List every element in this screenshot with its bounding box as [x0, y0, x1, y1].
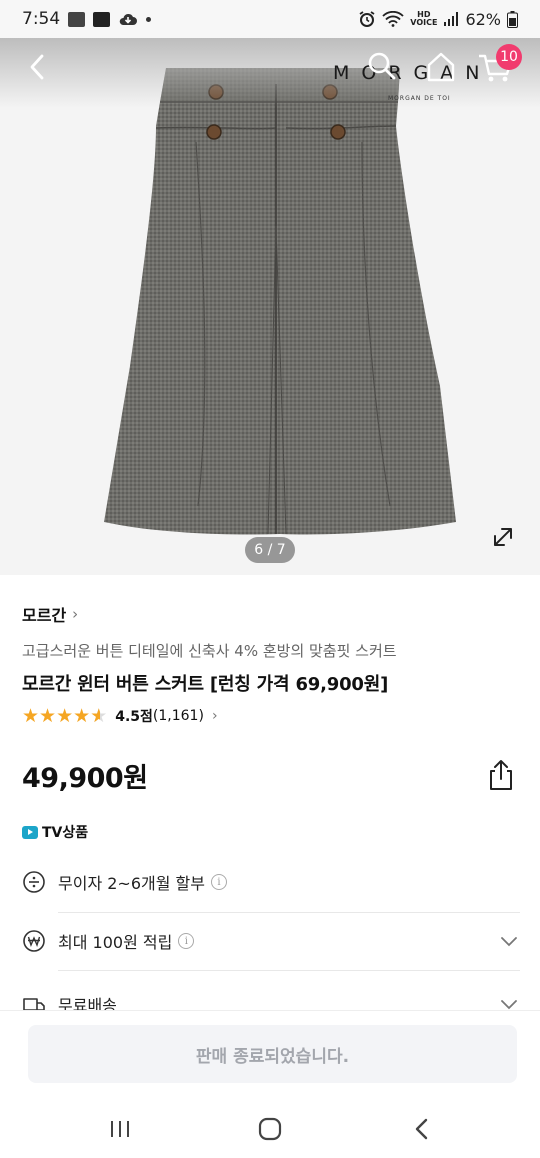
bottom-action-bar: 판매 종료되었습니다. — [0, 1010, 540, 1100]
star-icon: ★ — [73, 704, 91, 727]
won-coin-icon — [23, 930, 45, 952]
rating-stars: ★ ★ ★ ★ ★ — [22, 704, 107, 727]
installment-icon — [23, 871, 45, 893]
more-notifications-icon — [146, 16, 152, 22]
product-image — [104, 68, 456, 535]
chevron-right-icon: › — [211, 708, 218, 724]
image-pager-indicator: 6 / 7 — [245, 537, 295, 563]
back-nav-icon — [415, 1118, 428, 1140]
home-button[interactable] — [424, 50, 458, 84]
search-icon — [368, 52, 396, 80]
share-button[interactable] — [486, 758, 516, 792]
star-icon: ★ — [56, 704, 74, 727]
recent-apps-icon — [111, 1121, 129, 1137]
brand-link[interactable]: 모르간 › — [22, 600, 522, 628]
signal-icon — [444, 12, 459, 26]
star-icon: ★ — [22, 704, 40, 727]
product-price: 49,900원 — [22, 762, 148, 794]
home-icon — [427, 52, 455, 82]
price-row: 49,900원 — [22, 755, 522, 795]
product-info: 모르간 › 고급스러운 버튼 디테일에 신축사 4% 혼방의 맞춤핏 스커트 모… — [22, 600, 522, 728]
cloud-download-icon — [119, 13, 138, 25]
alarm-icon — [359, 11, 375, 27]
star-icon: ★ — [39, 704, 57, 727]
back-button[interactable] — [20, 50, 54, 84]
home-nav-icon — [258, 1117, 282, 1141]
brand-logo-subtitle: MORGAN DE TOI — [388, 95, 451, 102]
tv-play-icon — [22, 825, 38, 839]
app-notification-icon — [93, 11, 111, 27]
chevron-down-icon — [501, 937, 517, 947]
share-icon — [490, 760, 512, 790]
half-star-icon: ★ — [90, 706, 107, 726]
home-nav-button[interactable] — [250, 1114, 290, 1144]
brand-name: 모르간 — [22, 606, 67, 625]
rating-summary[interactable]: ★ ★ ★ ★ ★ 4.5점 (1,161) › — [22, 704, 522, 728]
status-time: 7:54 — [22, 9, 61, 29]
expand-icon — [494, 528, 512, 546]
product-title: 모르간 윈터 버튼 스커트 [런칭 가격 69,900원] — [22, 674, 389, 695]
benefit-installment[interactable]: 무이자 2~6개월 할부 i — [22, 853, 518, 911]
product-subtitle: 고급스러운 버튼 디테일에 신축사 4% 혼방의 맞춤핏 스커트 — [22, 642, 397, 660]
benefit-label: 무이자 2~6개월 할부 — [58, 874, 205, 893]
gallery-notification-icon — [68, 11, 86, 27]
sold-out-button[interactable]: 판매 종료되었습니다. — [28, 1025, 517, 1083]
chevron-down-icon — [501, 1000, 517, 1010]
chevron-right-icon: › — [72, 605, 79, 623]
battery-icon — [507, 10, 518, 28]
divider — [58, 970, 520, 971]
search-button[interactable] — [366, 50, 398, 82]
brand-logo: MORGAN — [333, 62, 492, 84]
chevron-left-icon — [30, 54, 44, 80]
review-count: (1,161) — [152, 708, 204, 724]
expand-image-button[interactable] — [488, 522, 518, 552]
back-nav-button[interactable] — [402, 1114, 442, 1144]
cart-count-badge: 10 — [496, 44, 522, 70]
battery-percent: 62% — [465, 9, 501, 29]
tv-label: TV상품 — [42, 825, 89, 841]
info-icon[interactable]: i — [178, 933, 195, 949]
wifi-icon — [382, 11, 404, 27]
tv-product-badge: TV상품 — [22, 822, 88, 842]
recent-apps-button[interactable] — [100, 1114, 140, 1144]
rating-score: 4.5점 — [115, 709, 153, 725]
hd-voice-indicator: HD VOICE — [410, 11, 437, 27]
voice-label: VOICE — [410, 18, 438, 27]
info-icon[interactable]: i — [210, 874, 227, 890]
system-navigation-bar — [0, 1100, 540, 1158]
product-image-gallery[interactable]: MORGAN MORGAN DE TOI 10 6 / 7 — [0, 38, 540, 575]
benefit-points[interactable]: 최대 100원 적립 i — [22, 912, 518, 970]
benefit-label: 최대 100원 적립 — [58, 933, 173, 952]
status-bar: 7:54 HD VOICE 62% — [0, 0, 540, 38]
